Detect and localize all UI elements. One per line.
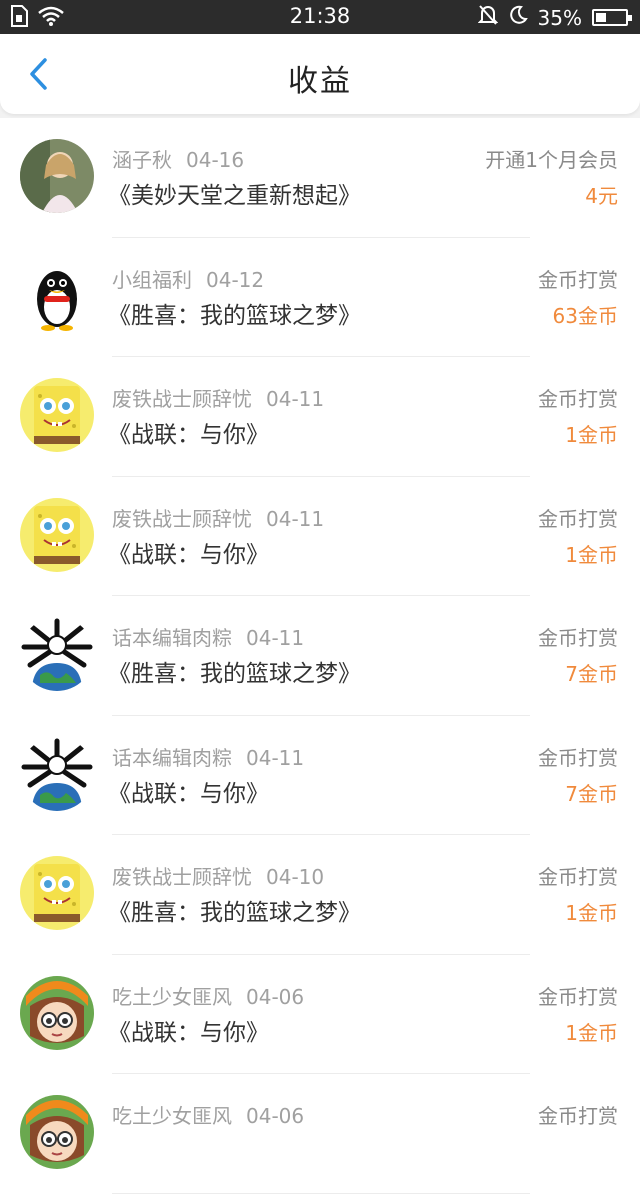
list-item[interactable]: 吃土少女匪风 04-06 金币打赏 [0, 1074, 640, 1194]
earnings-list: 涵子秋 04-16 《美妙天堂之重新想起》 开通1个月会员 4元小组福利 04-12 《胜喜… [0, 118, 640, 1194]
user-name[interactable]: 话本编辑肉粽 [112, 746, 232, 770]
book-title[interactable]: 《战联：与你》 [108, 1013, 269, 1047]
avatar[interactable] [20, 139, 94, 213]
user-name[interactable]: 话本编辑肉粽 [112, 626, 232, 650]
list-item[interactable]: 废铁战士顾辞忧 04-11 《战联：与你》 金币打赏 1金币 [0, 476, 640, 596]
earning-amount: 63金币 [552, 303, 618, 328]
earning-type: 金币打赏 [538, 1104, 618, 1128]
book-title[interactable]: 《胜喜：我的篮球之梦》 [108, 654, 361, 688]
header-bar: 收益 [0, 34, 640, 114]
divider [112, 1192, 530, 1194]
earning-amount: 1金币 [565, 1020, 618, 1045]
earning-amount: 4元 [585, 184, 618, 208]
user-name[interactable]: 废铁战士顾辞忧 [112, 507, 252, 531]
record-date: 04-06 [246, 984, 305, 1009]
record-meta: 小组福利 04-12 [112, 264, 264, 293]
page-title: 收益 [288, 64, 352, 99]
avatar[interactable] [20, 617, 94, 691]
battery-icon [592, 9, 632, 26]
earning-type: 金币打赏 [538, 984, 618, 1009]
record-meta: 废铁战士顾辞忧 04-10 [112, 861, 324, 890]
earning-amount: 1金币 [565, 542, 618, 567]
record-meta: 吃土少女匪风 04-06 [112, 1100, 304, 1129]
avatar[interactable] [20, 856, 94, 930]
user-name[interactable]: 吃土少女匪风 [112, 985, 232, 1009]
earning-type: 金币打赏 [538, 506, 618, 531]
earning-type: 开通1个月会员 [485, 148, 618, 172]
user-name[interactable]: 废铁战士顾辞忧 [112, 865, 252, 889]
record-date: 04-11 [246, 745, 305, 770]
record-date: 04-11 [266, 506, 325, 531]
list-item[interactable]: 小组福利 04-12 《胜喜：我的篮球之梦》 金币打赏 63金币 [0, 237, 640, 357]
record-date: 04-06 [246, 1104, 305, 1128]
earning-type: 金币打赏 [538, 387, 618, 411]
earning-type: 金币打赏 [538, 267, 618, 292]
record-meta: 吃土少女匪风 04-06 [112, 981, 304, 1010]
record-date: 04-10 [266, 865, 325, 889]
list-item[interactable]: 废铁战士顾辞忧 04-10 《胜喜：我的篮球之梦》 金币打赏 1金币 [0, 835, 640, 955]
avatar[interactable] [20, 497, 94, 572]
avatar[interactable] [20, 1095, 94, 1169]
book-title[interactable]: 《战联：与你》 [108, 415, 269, 449]
list-item[interactable]: 吃土少女匪风 04-06 《战联：与你》 金币打赏 1金币 [0, 954, 640, 1074]
status-bar: 21:38 35% [0, 0, 640, 34]
mute-bell-icon [477, 4, 498, 31]
earning-amount: 7金币 [565, 662, 618, 686]
user-name[interactable]: 废铁战士顾辞忧 [112, 387, 252, 411]
list-item[interactable]: 涵子秋 04-16 《美妙天堂之重新想起》 开通1个月会员 4元 [0, 118, 640, 238]
avatar[interactable] [20, 975, 94, 1050]
record-meta: 废铁战士顾辞忧 04-11 [112, 503, 324, 532]
record-date: 04-16 [186, 148, 245, 172]
earning-type: 金币打赏 [538, 865, 618, 889]
moon-icon [508, 5, 528, 30]
earning-amount: 1金币 [565, 901, 618, 925]
record-meta: 话本编辑肉粽 04-11 [112, 622, 304, 651]
user-name[interactable]: 小组福利 [112, 268, 192, 292]
record-date: 04-11 [246, 626, 305, 650]
record-meta: 话本编辑肉粽 04-11 [112, 742, 304, 771]
record-meta: 废铁战士顾辞忧 04-11 [112, 383, 324, 412]
record-date: 04-11 [266, 387, 325, 411]
book-title[interactable]: 《美妙天堂之重新想起》 [108, 176, 361, 210]
earning-type: 金币打赏 [538, 626, 618, 650]
book-title[interactable]: 《战联：与你》 [108, 535, 269, 569]
list-item[interactable]: 话本编辑肉粽 04-11 《胜喜：我的篮球之梦》 金币打赏 7金币 [0, 596, 640, 716]
earning-type: 金币打赏 [538, 745, 618, 770]
list-item[interactable]: 话本编辑肉粽 04-11 《战联：与你》 金币打赏 7金币 [0, 715, 640, 835]
avatar[interactable] [20, 736, 94, 811]
user-name[interactable]: 涵子秋 [112, 148, 172, 172]
record-date: 04-12 [206, 267, 265, 292]
user-name[interactable]: 吃土少女匪风 [112, 1104, 232, 1128]
earning-amount: 1金币 [565, 423, 618, 447]
book-title[interactable]: 《战联：与你》 [108, 774, 269, 808]
avatar[interactable] [20, 258, 94, 333]
book-title[interactable]: 《胜喜：我的篮球之梦》 [108, 893, 361, 927]
list-item[interactable]: 废铁战士顾辞忧 04-11 《战联：与你》 金币打赏 1金币 [0, 357, 640, 477]
battery-percent: 35% [537, 5, 582, 30]
record-meta: 涵子秋 04-16 [112, 144, 244, 173]
avatar[interactable] [20, 378, 94, 452]
earning-amount: 7金币 [565, 781, 618, 806]
book-title[interactable]: 《胜喜：我的篮球之梦》 [108, 296, 361, 330]
